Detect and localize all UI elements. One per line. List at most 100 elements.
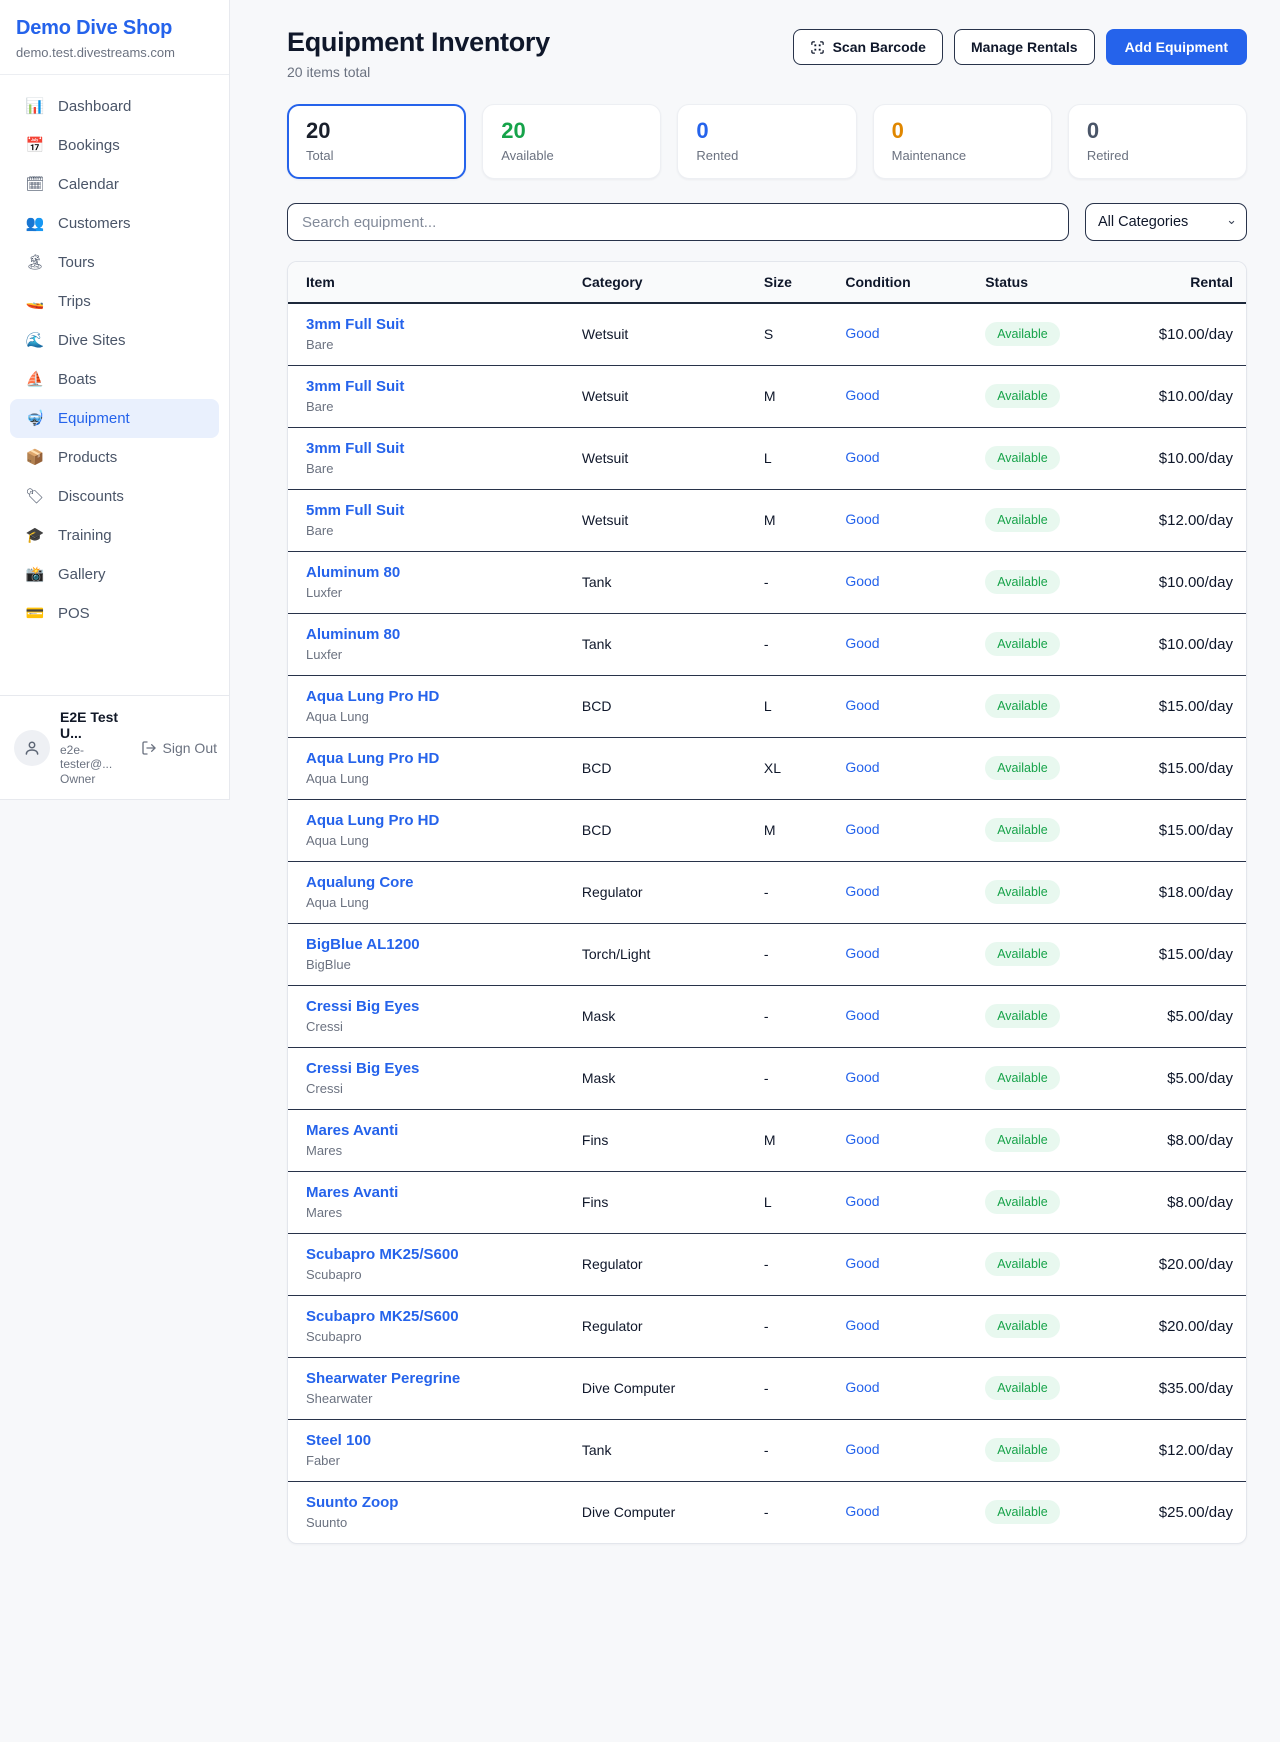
- manage-rentals-button[interactable]: Manage Rentals: [954, 29, 1095, 65]
- stat-card[interactable]: 20 Available: [482, 104, 661, 179]
- item-link[interactable]: Aluminum 80: [306, 564, 400, 581]
- item-link[interactable]: 5mm Full Suit: [306, 502, 404, 519]
- stat-card[interactable]: 20 Total: [287, 104, 466, 179]
- sidebar-item-equipment[interactable]: 🤿 Equipment: [10, 399, 219, 438]
- item-link[interactable]: Cressi Big Eyes: [306, 1060, 419, 1077]
- sidebar-item-bookings[interactable]: 📅 Bookings: [10, 126, 219, 165]
- item-brand: Scubapro: [306, 1329, 546, 1344]
- item-link[interactable]: Mares Avanti: [306, 1122, 398, 1139]
- status-badge: Available: [985, 1190, 1060, 1214]
- sidebar-item-training[interactable]: 🎓 Training: [10, 516, 219, 555]
- sidebar-item-discounts[interactable]: 🏷 Discounts: [10, 477, 219, 516]
- table-row: 3mm Full Suit Bare Wetsuit S Good Availa…: [288, 303, 1246, 365]
- condition-link[interactable]: Good: [845, 573, 879, 589]
- item-rental: $8.00/day: [1117, 1109, 1246, 1171]
- item-link[interactable]: Mares Avanti: [306, 1184, 398, 1201]
- item-link[interactable]: Cressi Big Eyes: [306, 998, 419, 1015]
- condition-link[interactable]: Good: [845, 325, 879, 341]
- sidebar-item-tours[interactable]: 🏝 Tours: [10, 243, 219, 282]
- item-link[interactable]: Scubapro MK25/S600: [306, 1246, 459, 1263]
- condition-link[interactable]: Good: [845, 883, 879, 899]
- condition-link[interactable]: Good: [845, 511, 879, 527]
- item-link[interactable]: Scubapro MK25/S600: [306, 1308, 459, 1325]
- item-size: M: [746, 799, 827, 861]
- item-rental: $10.00/day: [1117, 427, 1246, 489]
- sidebar-item-calendar[interactable]: 🗓 Calendar: [10, 165, 219, 204]
- stat-card[interactable]: 0 Retired: [1068, 104, 1247, 179]
- item-brand: Scubapro: [306, 1267, 546, 1282]
- sidebar-item-boats[interactable]: ⛵ Boats: [10, 360, 219, 399]
- condition-link[interactable]: Good: [845, 387, 879, 403]
- sign-out-button[interactable]: Sign Out: [141, 740, 217, 756]
- item-rental: $10.00/day: [1117, 613, 1246, 675]
- item-rental: $35.00/day: [1117, 1357, 1246, 1419]
- table-row: Aqualung Core Aqua Lung Regulator - Good…: [288, 861, 1246, 923]
- tours-icon: 🏝: [25, 252, 45, 273]
- sign-out-label: Sign Out: [163, 740, 217, 756]
- item-brand: Aqua Lung: [306, 771, 546, 786]
- status-badge: Available: [985, 1500, 1060, 1524]
- item-link[interactable]: Aqua Lung Pro HD: [306, 750, 439, 767]
- item-rental: $12.00/day: [1117, 489, 1246, 551]
- stat-label: Rented: [696, 148, 837, 163]
- condition-link[interactable]: Good: [845, 1441, 879, 1457]
- item-link[interactable]: Suunto Zoop: [306, 1494, 398, 1511]
- condition-link[interactable]: Good: [845, 1317, 879, 1333]
- condition-link[interactable]: Good: [845, 1255, 879, 1271]
- scan-barcode-button[interactable]: Scan Barcode: [793, 29, 943, 65]
- condition-link[interactable]: Good: [845, 759, 879, 775]
- sidebar-item-dive-sites[interactable]: 🌊 Dive Sites: [10, 321, 219, 360]
- user-info: E2E Test U... e2e-tester@... Owner: [60, 709, 131, 786]
- condition-link[interactable]: Good: [845, 1007, 879, 1023]
- training-icon: 🎓: [25, 525, 45, 546]
- sidebar-item-pos[interactable]: 💳 POS: [10, 594, 219, 633]
- item-link[interactable]: 3mm Full Suit: [306, 316, 404, 333]
- condition-link[interactable]: Good: [845, 945, 879, 961]
- add-equipment-button[interactable]: Add Equipment: [1106, 29, 1247, 65]
- item-link[interactable]: Aqua Lung Pro HD: [306, 812, 439, 829]
- item-rental: $8.00/day: [1117, 1171, 1246, 1233]
- condition-link[interactable]: Good: [845, 635, 879, 651]
- stat-card[interactable]: 0 Rented: [677, 104, 856, 179]
- item-link[interactable]: Steel 100: [306, 1432, 371, 1449]
- column-header-rental: Rental: [1117, 262, 1246, 303]
- sidebar-item-dashboard[interactable]: 📊 Dashboard: [10, 87, 219, 126]
- condition-link[interactable]: Good: [845, 697, 879, 713]
- brand-domain: demo.test.divestreams.com: [16, 45, 213, 60]
- item-link[interactable]: 3mm Full Suit: [306, 440, 404, 457]
- item-size: L: [746, 675, 827, 737]
- condition-link[interactable]: Good: [845, 821, 879, 837]
- item-link[interactable]: BigBlue AL1200: [306, 936, 420, 953]
- item-size: S: [746, 303, 827, 365]
- item-link[interactable]: 3mm Full Suit: [306, 378, 404, 395]
- condition-link[interactable]: Good: [845, 449, 879, 465]
- status-badge: Available: [985, 1128, 1060, 1152]
- status-badge: Available: [985, 632, 1060, 656]
- manage-rentals-label: Manage Rentals: [971, 39, 1078, 55]
- sidebar-item-customers[interactable]: 👥 Customers: [10, 204, 219, 243]
- category-select[interactable]: All Categories: [1085, 203, 1247, 241]
- item-link[interactable]: Shearwater Peregrine: [306, 1370, 460, 1387]
- stat-card[interactable]: 0 Maintenance: [873, 104, 1052, 179]
- sidebar-item-gallery[interactable]: 📸 Gallery: [10, 555, 219, 594]
- sidebar-item-trips[interactable]: 🚤 Trips: [10, 282, 219, 321]
- item-link[interactable]: Aqualung Core: [306, 874, 414, 891]
- brand-name[interactable]: Demo Dive Shop: [16, 17, 213, 40]
- item-rental: $10.00/day: [1117, 551, 1246, 613]
- table-row: Scubapro MK25/S600 Scubapro Regulator - …: [288, 1295, 1246, 1357]
- stat-label: Retired: [1087, 148, 1228, 163]
- item-link[interactable]: Aqua Lung Pro HD: [306, 688, 439, 705]
- item-category: BCD: [564, 737, 746, 799]
- condition-link[interactable]: Good: [845, 1193, 879, 1209]
- item-link[interactable]: Aluminum 80: [306, 626, 400, 643]
- item-category: BCD: [564, 675, 746, 737]
- condition-link[interactable]: Good: [845, 1131, 879, 1147]
- table-row: 3mm Full Suit Bare Wetsuit M Good Availa…: [288, 365, 1246, 427]
- condition-link[interactable]: Good: [845, 1069, 879, 1085]
- condition-link[interactable]: Good: [845, 1379, 879, 1395]
- item-category: Mask: [564, 985, 746, 1047]
- sidebar-item-products[interactable]: 📦 Products: [10, 438, 219, 477]
- condition-link[interactable]: Good: [845, 1503, 879, 1519]
- status-badge: Available: [985, 1438, 1060, 1462]
- search-input[interactable]: [287, 203, 1069, 241]
